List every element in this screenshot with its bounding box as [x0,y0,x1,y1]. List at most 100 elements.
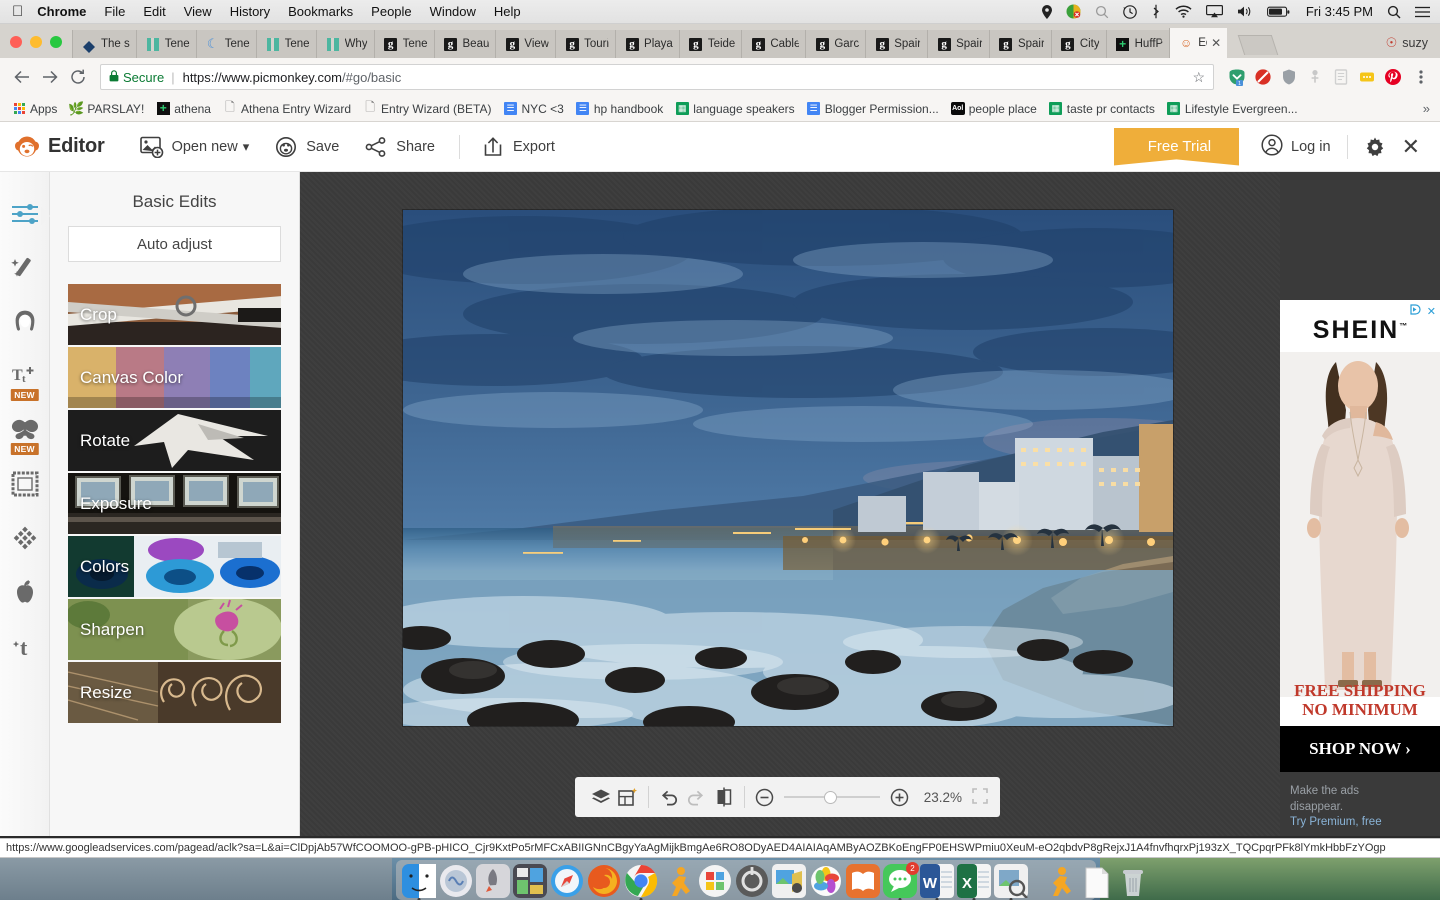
tab[interactable]: gGarc [805,30,865,58]
tab[interactable]: gView [495,30,555,58]
dock-item-launchpad[interactable] [476,864,510,898]
bookmark-star-icon[interactable]: ☆ [1192,69,1205,86]
reader-icon[interactable] [1330,66,1352,88]
chrome-menu-icon[interactable] [1410,66,1432,88]
rail-item-touch-up[interactable] [9,308,41,340]
tab[interactable]: Tene [256,30,316,58]
menu-item-view[interactable]: View [184,4,212,19]
open-new-button[interactable]: Open new ▾ [139,135,250,159]
dock-item-finder[interactable] [402,864,436,898]
auto-adjust-button[interactable]: Auto adjust [68,226,281,262]
tab[interactable]: gCable [741,30,805,58]
dock-item-system-preferences[interactable] [735,864,769,898]
compare-flip-icon[interactable] [710,784,738,810]
bookmark-item[interactable]: Apps [6,100,63,118]
dock-item-documents-stack[interactable] [1079,864,1113,898]
dock-item-preview[interactable] [994,864,1028,898]
close-icon[interactable]: ✕ [1402,134,1420,160]
tab[interactable]: gTouri [555,30,615,58]
profile-button[interactable]: ☉ suzy [1386,35,1440,58]
edit-item-canvas-color[interactable]: Canvas Color [68,347,281,408]
picmonkey-logo[interactable]: Editor [14,135,105,159]
tab[interactable]: gSpair [927,30,989,58]
back-arrow-icon[interactable] [8,63,36,91]
edit-item-rotate[interactable]: Rotate [68,410,281,471]
zoom-slider[interactable] [784,787,880,807]
maximize-window-button[interactable] [50,36,62,48]
export-button[interactable]: Export [480,135,555,159]
dock-item-safari[interactable] [550,864,584,898]
edit-item-sharpen[interactable]: Sharpen [68,599,281,660]
photo-canvas[interactable] [403,210,1173,726]
menu-item-people[interactable]: People [371,4,411,19]
notification-center-icon[interactable] [1415,6,1430,18]
edit-item-exposure[interactable]: Exposure [68,473,281,534]
bookmark-item[interactable]: Aolpeople place [945,100,1043,118]
collage-grid-icon[interactable] [615,784,643,810]
adchoices-icon[interactable] [1410,304,1422,318]
rail-item-basic-edits[interactable] [9,200,41,232]
dropbox-icon[interactable] [1066,4,1081,19]
dock-item-excel[interactable]: X [957,864,991,898]
tab-active[interactable]: ☺Ed✕ [1169,28,1227,58]
tab[interactable]: +HuffP [1106,30,1170,58]
dock-item-runner-app-2[interactable] [1042,864,1076,898]
shein-cta-button[interactable]: SHOP NOW › [1280,726,1440,772]
dock-item-word[interactable]: W [920,864,954,898]
dock-item-runner-app[interactable] [661,864,695,898]
rail-item-themes[interactable] [9,578,41,610]
rail-item-effects[interactable] [9,254,41,286]
timemachine-icon[interactable] [1123,5,1137,19]
dock-item-trash[interactable] [1116,864,1150,898]
bookmark-item[interactable]: +athena [150,100,217,118]
tab[interactable]: The s [72,30,136,58]
menu-item-file[interactable]: File [104,4,125,19]
volume-icon[interactable] [1237,5,1253,18]
forward-arrow-icon[interactable] [36,63,64,91]
bookmarks-overflow-button[interactable]: » [1423,101,1434,116]
bookmark-item[interactable]: ☰Blogger Permission... [801,100,945,118]
tab[interactable]: gTene [374,30,434,58]
tab[interactable]: gSpair [865,30,927,58]
bookmark-item[interactable]: 🌿PARSLAY! [63,100,150,118]
dock-item-app-store[interactable] [698,864,732,898]
tab[interactable]: gSpair [989,30,1051,58]
login-button[interactable]: Log in [1261,134,1331,160]
dock-item-messages[interactable]: 2 [883,864,917,898]
rail-item-text[interactable]: Tt NEW [9,362,41,394]
battery-icon[interactable] [1267,6,1290,18]
search-icon[interactable] [1387,5,1401,19]
adblock-icon[interactable] [1252,66,1274,88]
apple-icon[interactable]:  [12,4,23,19]
dock-item-photos-editor[interactable] [772,864,806,898]
zoom-minus-icon[interactable] [751,784,779,810]
new-tab-button[interactable] [1238,35,1278,55]
bookmark-item[interactable]: ▦Lifestyle Evergreen... [1161,100,1304,118]
menubar-clock[interactable]: Fri 3:45 PM [1306,4,1373,19]
search-spotlight-icon[interactable] [1095,5,1109,19]
tab[interactable]: Why [316,30,374,58]
address-bar[interactable]: Secure | https://www.picmonkey.com/#go/b… [100,64,1214,90]
menu-item-edit[interactable]: Edit [143,4,165,19]
zoom-slider-knob[interactable] [824,791,837,804]
redo-icon[interactable] [683,784,711,810]
tab[interactable]: gTeide [679,30,742,58]
save-button[interactable]: Save [273,135,339,159]
menu-item-window[interactable]: Window [430,4,476,19]
evernote-icon[interactable] [1356,66,1378,88]
reload-icon[interactable] [64,63,92,91]
dock-item-mission-control[interactable] [513,864,547,898]
free-trial-button[interactable]: Free Trial [1114,128,1239,166]
shield-icon[interactable] [1278,66,1300,88]
rail-item-overlays[interactable]: NEW [9,416,41,448]
menu-item-bookmarks[interactable]: Bookmarks [288,4,353,19]
wifi-icon[interactable] [1175,5,1192,18]
pocket-icon[interactable]: 1 [1226,66,1248,88]
bookmark-item[interactable]: 🗋Entry Wizard (BETA) [357,100,497,118]
bluetooth-icon[interactable] [1151,4,1161,19]
menu-item-chrome[interactable]: Chrome [37,4,86,19]
fullscreen-icon[interactable] [972,788,988,807]
undo-icon[interactable] [655,784,683,810]
minimize-window-button[interactable] [30,36,42,48]
bookmark-item[interactable]: ☰NYC <3 [498,100,570,118]
